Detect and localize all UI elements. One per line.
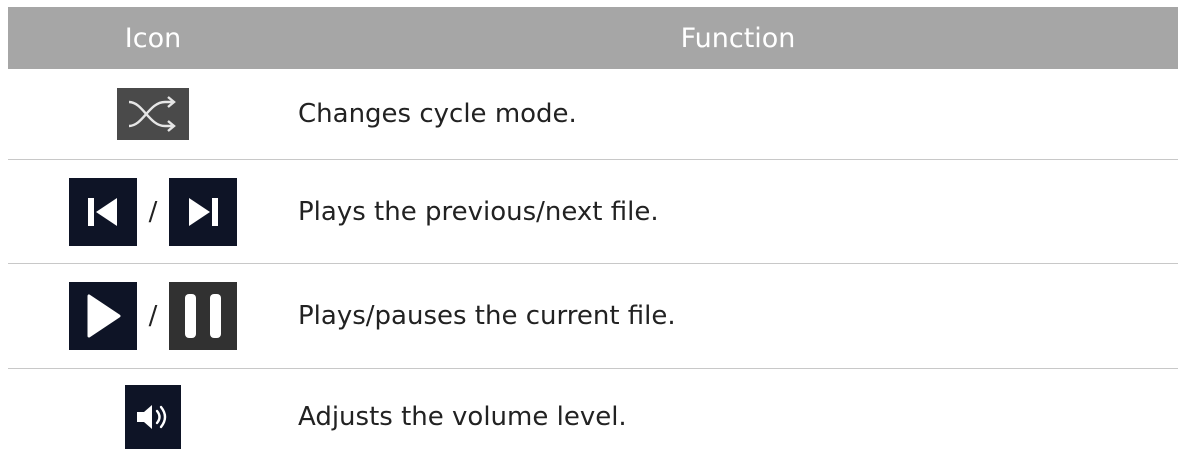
previous-icon [68, 177, 137, 246]
volume-icon [125, 385, 181, 449]
next-icon [169, 177, 238, 246]
table-row: / Plays the previous/next file. [8, 160, 1178, 264]
play-icon [68, 282, 137, 350]
table-row: Adjusts the volume level. [8, 369, 1178, 465]
table-row: / Plays/pauses the current file. [8, 264, 1178, 369]
shuffle-icon [117, 88, 189, 140]
separator: / [148, 196, 158, 227]
table-row: Changes cycle mode. [8, 69, 1178, 160]
separator: / [148, 301, 158, 331]
controls-table: Icon Function Changes cycle mode. / Play… [8, 7, 1178, 465]
row-function: Plays the previous/next file. [298, 196, 659, 227]
row-function: Changes cycle mode. [298, 99, 577, 129]
icon-cell: / [8, 282, 298, 350]
icon-cell [8, 88, 298, 140]
pause-icon [169, 282, 238, 350]
row-function: Adjusts the volume level. [298, 402, 627, 432]
header-icon: Icon [124, 22, 182, 54]
icon-cell [8, 385, 298, 449]
header-function: Function [680, 22, 796, 54]
row-function: Plays/pauses the current file. [298, 301, 676, 331]
table-header: Icon Function [8, 7, 1178, 69]
icon-cell: / [8, 177, 298, 246]
